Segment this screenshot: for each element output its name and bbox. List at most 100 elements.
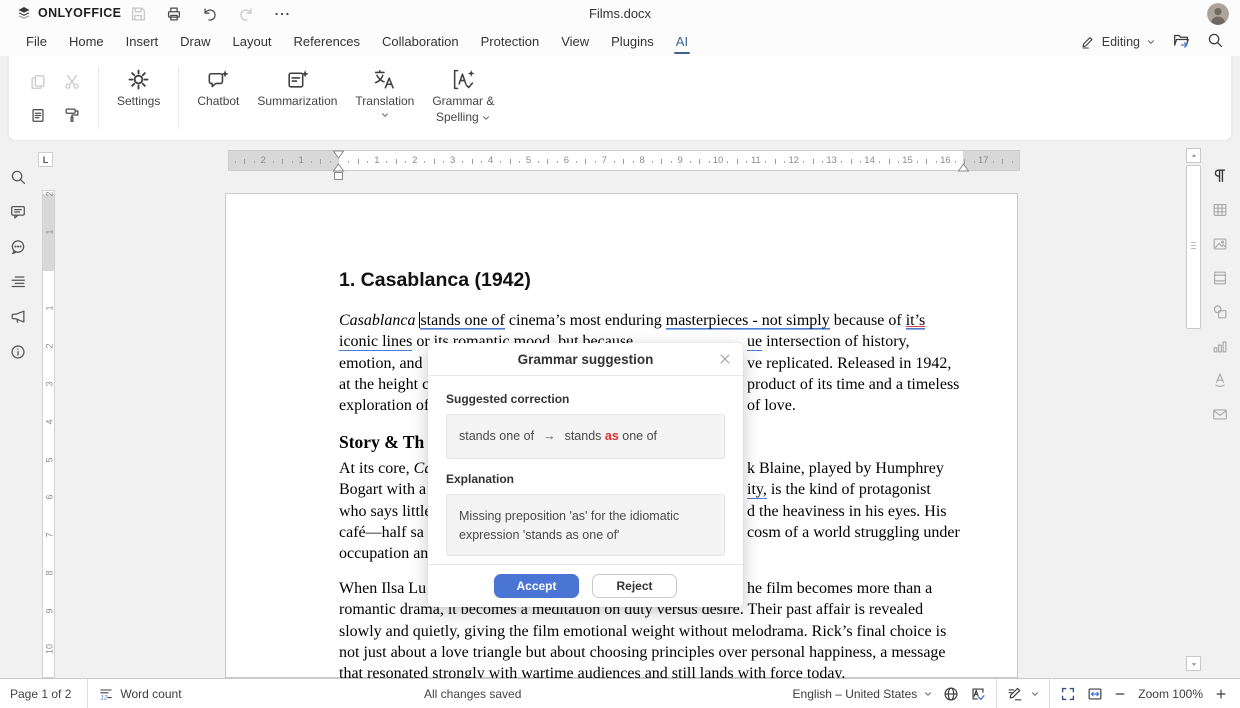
tab-ai[interactable]: AI bbox=[665, 28, 699, 56]
search-button[interactable] bbox=[1206, 31, 1224, 54]
right-sidebar bbox=[1203, 167, 1237, 423]
fit-to-page-button[interactable] bbox=[1059, 685, 1077, 703]
save-button[interactable] bbox=[127, 3, 148, 24]
scroll-down-button[interactable] bbox=[1186, 656, 1201, 671]
feedback-button[interactable] bbox=[9, 308, 27, 326]
copy-button[interactable] bbox=[29, 73, 47, 91]
copy-style-button[interactable] bbox=[63, 106, 81, 124]
translation-icon bbox=[372, 67, 397, 92]
chat-button[interactable] bbox=[9, 238, 27, 256]
track-changes-icon bbox=[1006, 685, 1024, 703]
word-count-button[interactable]: 12 Word count bbox=[98, 686, 181, 702]
translation-button[interactable]: Translation bbox=[346, 62, 423, 134]
tab-file[interactable]: File bbox=[15, 28, 58, 56]
set-language-globe-button[interactable] bbox=[942, 685, 960, 703]
dialog-header[interactable]: Grammar suggestion bbox=[428, 343, 743, 376]
hanging-indent-marker[interactable] bbox=[332, 163, 345, 172]
print-button[interactable] bbox=[163, 3, 184, 24]
dialog-footer: Accept Reject bbox=[428, 564, 743, 607]
about-button[interactable] bbox=[9, 343, 27, 361]
open-file-location-button[interactable] bbox=[1172, 31, 1190, 54]
editing-mode-selector[interactable]: Editing bbox=[1080, 34, 1156, 50]
ruler-number: 6 bbox=[564, 155, 569, 167]
headings-navigation-button[interactable] bbox=[9, 273, 27, 291]
language-selector[interactable]: English – United States bbox=[793, 687, 934, 701]
grammar-label-line2: Spelling bbox=[436, 111, 479, 124]
chart-settings-button[interactable] bbox=[1211, 337, 1229, 355]
onlyoffice-logo-icon bbox=[16, 5, 32, 21]
tab-insert[interactable]: Insert bbox=[115, 28, 170, 56]
chatbot-button[interactable]: Chatbot bbox=[188, 62, 248, 134]
cut-button[interactable] bbox=[63, 73, 81, 91]
scrollbar-thumb[interactable] bbox=[1186, 165, 1201, 329]
text-line: not just about a love triangle but about… bbox=[339, 644, 963, 665]
redo-button[interactable] bbox=[235, 3, 256, 24]
scroll-up-button[interactable] bbox=[1186, 148, 1201, 163]
text-art-settings-button[interactable] bbox=[1211, 371, 1229, 389]
vertical-scrollbar[interactable] bbox=[1186, 148, 1201, 671]
ruler-number: 6 bbox=[45, 491, 55, 504]
tab-layout[interactable]: Layout bbox=[222, 28, 283, 56]
tab-draw[interactable]: Draw bbox=[169, 28, 221, 56]
brand-label: ONLYOFFICE bbox=[38, 6, 121, 20]
text-fragment-right: of love. bbox=[747, 397, 796, 415]
user-avatar[interactable] bbox=[1207, 3, 1229, 25]
ruler-tab-selector[interactable]: L bbox=[38, 152, 53, 167]
accept-button[interactable]: Accept bbox=[494, 574, 579, 598]
grammar-spelling-button[interactable]: Grammar & Spelling bbox=[423, 62, 503, 134]
tab-collaboration[interactable]: Collaboration bbox=[371, 28, 470, 56]
paragraph-settings-button[interactable] bbox=[1211, 167, 1229, 185]
ai-settings-button[interactable]: Settings bbox=[108, 62, 169, 134]
horizontal-ruler[interactable]: 211234567891011121314151617 bbox=[228, 150, 1020, 171]
ruler-number: 5 bbox=[526, 155, 531, 167]
zoom-out-button[interactable] bbox=[1113, 687, 1127, 701]
paste-button[interactable] bbox=[29, 106, 47, 124]
text-run: At its core, bbox=[339, 460, 414, 477]
track-changes-button[interactable] bbox=[1006, 685, 1040, 703]
text-run: product of its time and a timeless bbox=[747, 376, 959, 393]
chevron-down-icon bbox=[1030, 689, 1040, 699]
image-settings-button[interactable] bbox=[1211, 235, 1229, 253]
shape-settings-button[interactable] bbox=[1211, 303, 1229, 321]
ruler-number: 12 bbox=[789, 155, 800, 167]
text-fragment-right: ve replicated. Released in 1942, bbox=[747, 355, 951, 373]
page-indicator[interactable]: Page 1 of 2 bbox=[10, 687, 71, 701]
comments-button[interactable] bbox=[9, 203, 27, 221]
left-indent-marker[interactable] bbox=[334, 172, 343, 180]
fit-to-width-button[interactable] bbox=[1086, 685, 1104, 703]
summarization-button[interactable]: Summarization bbox=[248, 62, 346, 134]
zoom-in-button[interactable] bbox=[1214, 687, 1228, 701]
tab-references[interactable]: References bbox=[283, 28, 371, 56]
tab-view[interactable]: View bbox=[550, 28, 600, 56]
more-actions-button[interactable] bbox=[271, 3, 292, 24]
status-left: Page 1 of 2 12 Word count bbox=[0, 679, 182, 708]
reject-button[interactable]: Reject bbox=[592, 574, 677, 598]
close-icon[interactable] bbox=[717, 351, 733, 367]
tab-protection[interactable]: Protection bbox=[470, 28, 551, 56]
print-icon bbox=[165, 5, 183, 23]
text-fragment-right: cosm of a world struggling under bbox=[747, 524, 960, 542]
suggested-correction-box: stands one of→stands as one of bbox=[446, 414, 725, 459]
right-indent-marker[interactable] bbox=[957, 163, 970, 172]
explanation-box: Missing preposition 'as' for the idiomat… bbox=[446, 494, 725, 556]
text-run: intersection of history, bbox=[762, 333, 909, 350]
mail-merge-button[interactable] bbox=[1211, 405, 1229, 423]
find-replace-button[interactable] bbox=[9, 168, 27, 186]
grammar-marked-text: masterpieces - not simply bbox=[666, 312, 830, 330]
zoom-level[interactable]: Zoom 100% bbox=[1138, 687, 1203, 701]
header-footer-settings-button[interactable] bbox=[1211, 269, 1229, 287]
text-run: café—half sa bbox=[339, 524, 424, 541]
vertical-ruler[interactable]: 2112345678910 bbox=[42, 190, 55, 678]
text-run: Bogart with a bbox=[339, 481, 426, 498]
ruler-number: 15 bbox=[902, 155, 913, 167]
tab-plugins[interactable]: Plugins bbox=[600, 28, 665, 56]
tab-home[interactable]: Home bbox=[58, 28, 115, 56]
undo-button[interactable] bbox=[199, 3, 220, 24]
table-settings-button[interactable] bbox=[1211, 201, 1229, 219]
first-line-indent-marker[interactable] bbox=[332, 150, 345, 159]
correction-result-prefix: stands bbox=[565, 429, 605, 443]
avatar-photo-icon bbox=[1207, 3, 1229, 25]
spellcheck-button[interactable] bbox=[969, 685, 987, 703]
ruler-number: 10 bbox=[45, 643, 55, 656]
status-divider bbox=[87, 679, 88, 708]
